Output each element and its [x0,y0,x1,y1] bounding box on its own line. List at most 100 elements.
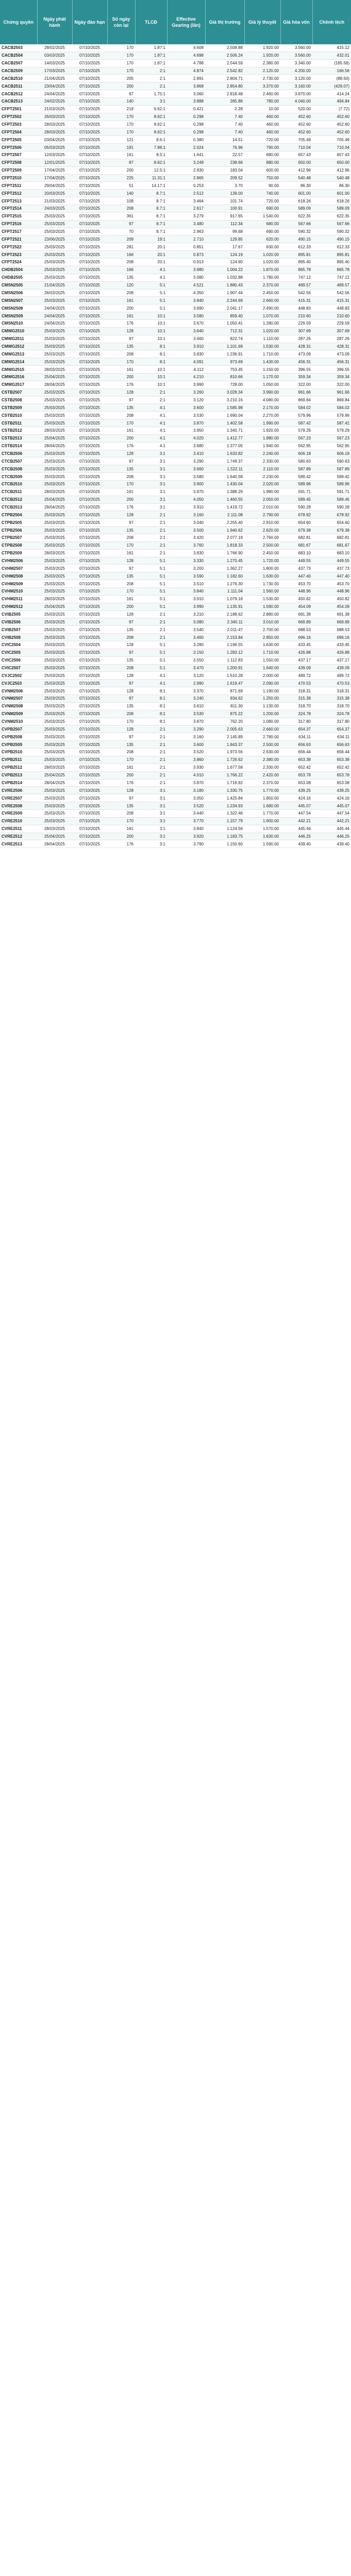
cell-warrant-code: CVNM2506 [0,687,37,696]
cell-effective-gearing: 3.460 [167,633,205,642]
cell-maturity-date: 07/10/2025 [72,373,107,381]
cell-effective-gearing: 3.790 [167,840,205,849]
table-row: CHDB2504 25/03/2025 07/10/2025 166 4:1 3.980 1… [0,266,351,274]
cell-days-remaining: 97 [107,733,135,741]
cell-difference: 287.26 [312,335,351,343]
table-row: CFPT2508 12/01/2025 07/10/2025 87 8.62:1 3.24… [0,159,351,167]
cell-effective-gearing: 2.024 [167,143,205,152]
table-row: CTPB2504 25/03/2025 07/10/2025 128 2:1 3.160 2… [0,511,351,519]
cell-days-remaining: 166 [107,250,135,259]
cell-theoretical-price: 3.990.00 [244,388,280,397]
cell-market-price: 2.111.08 [205,511,244,519]
cell-maturity-date: 07/10/2025 [72,450,107,458]
cell-issue-date: 25/03/2025 [37,526,72,534]
cell-breakeven-price: 589.42 [280,472,312,481]
cell-breakeven-price: 652.42 [280,764,312,772]
cell-difference: 691.38 [312,611,351,619]
cell-issue-date: 29/04/2025 [37,181,72,190]
cell-market-price: 76.96 [205,143,244,152]
cell-theoretical-price: 1.150.00 [244,365,280,374]
cell-breakeven-price: 601.00 [280,189,312,198]
cell-theoretical-price: 2.730.00 [244,74,280,83]
cell-warrant-code: CTCB2507 [0,457,37,466]
cell-maturity-date: 07/10/2025 [72,465,107,473]
cell-difference: 445.07 [312,802,351,810]
cell-maturity-date: 07/10/2025 [72,679,107,688]
cell-warrant-code: CVPB2509 [0,740,37,749]
cell-issue-date: 25/03/2025 [37,687,72,696]
cell-issue-date: 24/04/2025 [37,319,72,328]
cell-difference: 442.21 [312,817,351,825]
table-row: CVHM2511 28/03/2025 07/10/2025 161 5:1 3.910 1… [0,595,351,603]
cell-maturity-date: 07/10/2025 [72,764,107,772]
cell-difference: 682.81 [312,534,351,542]
cell-warrant-code: CSTB2513 [0,434,37,443]
cell-days-remaining: 128 [107,557,135,565]
cell-difference: 579.29 [312,427,351,435]
table-row: CVRE2512 25/04/2025 07/10/2025 200 3:1 3.920 1… [0,833,351,841]
cell-days-remaining: 135 [107,403,135,412]
cell-warrant-code: CFPT2513 [0,197,37,206]
cell-effective-gearing: 3.530 [167,710,205,718]
cell-effective-gearing: 3.870 [167,718,205,726]
cell-warrant-code: CMWG2516 [0,373,37,381]
cell-difference: 606.18 [312,450,351,458]
cell-warrant-code: CFPT2503 [0,121,37,129]
cell-conversion-ratio: 8.6:1 [135,135,167,144]
cell-conversion-ratio: 5:1 [135,649,167,657]
table-row: CVPB2507 25/03/2025 07/10/2025 128 2:1 3.290 2… [0,725,351,734]
cell-issue-date: 25/03/2025 [37,541,72,550]
cell-market-price: 1.330.75 [205,786,244,795]
cell-difference: 433.45 [312,641,351,649]
cell-conversion-ratio: 6.62:1 [135,105,167,113]
cell-maturity-date: 07/10/2025 [72,143,107,152]
cell-market-price: 1.973.56 [205,748,244,756]
cell-effective-gearing: 4.698 [167,52,205,60]
cell-effective-gearing: 3.840 [167,825,205,833]
cell-market-price: 7.40 [205,128,244,137]
cell-maturity-date: 07/10/2025 [72,128,107,137]
cell-market-price: 1.425.84 [205,794,244,803]
cell-effective-gearing: 3.880 [167,442,205,450]
cell-market-price: 1.135.91 [205,603,244,611]
cell-breakeven-price: 3.340.00 [280,59,312,67]
cell-theoretical-price: 1.080.00 [244,718,280,726]
cell-breakeven-price: 453.70 [280,580,312,588]
cell-issue-date: 03/04/2025 [37,135,72,144]
cell-maturity-date: 07/10/2025 [72,159,107,167]
cell-market-price: 22.57 [205,151,244,159]
cell-conversion-ratio: 2:1 [135,549,167,557]
cell-effective-gearing: 3.520 [167,802,205,810]
cell-market-price: 753.45 [205,365,244,374]
cell-effective-gearing: 3.160 [167,733,205,741]
cell-market-price: 1.124.56 [205,825,244,833]
cell-issue-date: 23/06/2025 [37,235,72,244]
cell-theoretical-price: 460.00 [244,128,280,137]
cell-conversion-ratio: 4:1 [135,274,167,282]
table-row: CTCB2506 25/03/2025 07/10/2025 128 3:1 3.410 1… [0,450,351,458]
cell-breakeven-price: 442.21 [280,817,312,825]
cell-effective-gearing: 4.210 [167,373,205,381]
cell-difference: 634.11 [312,733,351,741]
cell-market-price: 2.255.40 [205,518,244,527]
table-row: CVIB2506 25/03/2025 07/10/2025 97 2:1 3.080 2.… [0,618,351,626]
cell-warrant-code: CVIC2505 [0,649,37,657]
cell-conversion-ratio: 5:1 [135,281,167,290]
cell-market-price: 2.804.71 [205,74,244,83]
cell-warrant-code: CFPT2514 [0,205,37,213]
cell-conversion-ratio: 8:1 [135,718,167,726]
cell-difference: 612.33 [312,243,351,251]
table-row: CFPT2511 29/04/2025 07/10/2025 51 14.17:1 0.2… [0,181,351,190]
cell-effective-gearing: 3.160 [167,511,205,519]
cell-issue-date: 05/03/2025 [37,143,72,152]
cell-breakeven-price: 445.44 [280,825,312,833]
table-row: CACB2513 24/02/2025 07/10/2025 140 3:1 3.888 2… [0,97,351,106]
cell-effective-gearing: 3.550 [167,656,205,665]
cell-effective-gearing: 0.851 [167,243,205,251]
cell-issue-date: 25/03/2025 [37,733,72,741]
cell-conversion-ratio: 5:1 [135,641,167,649]
cell-market-price: 2.28 [205,105,244,113]
cell-conversion-ratio: 8.7:1 [135,212,167,221]
table-row: CACB2504 03/03/2025 07/10/2025 170 1.87:1 4.6… [0,52,351,60]
cell-difference: 315.38 [312,694,351,703]
